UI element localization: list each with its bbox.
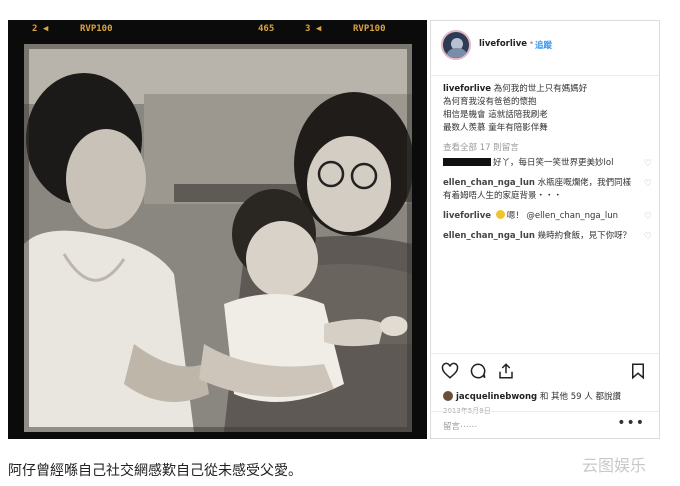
comments-list: 好丫，每日笑一笑世界更美妙lol ♡ ellen_chan_nga_lun 水瓶…: [443, 157, 658, 250]
film-frame-number: 2 ◀: [32, 24, 49, 34]
photo-frame: 2 ◀ RVP100 465 3 ◀ RVP100: [8, 20, 427, 439]
comment-text: 嗯！ @ellen_chan_nga_lun: [506, 211, 619, 221]
film-frame-number: 3 ◀: [305, 24, 322, 34]
post-username[interactable]: liveforlive: [479, 39, 527, 49]
family-photo: [24, 44, 412, 432]
heart-icon[interactable]: ♡: [644, 231, 652, 244]
post-header: liveforlive • 追蹤: [431, 21, 659, 76]
comment-text: 好丫，每日笑一笑世界更美妙lol: [493, 158, 614, 168]
comment-item: ellen_chan_nga_lun 幾時約食飯，見下你呀？ ♡: [443, 230, 658, 243]
likes-count-text[interactable]: 和 其他 59 人 都說讚: [540, 392, 621, 402]
view-all-comments-link[interactable]: 查看全部 17 則留言: [443, 141, 519, 153]
article-paragraph: 阿仔曾經喺自己社交網感歎自己從未感受父愛。: [8, 463, 302, 479]
liker-avatar[interactable]: [443, 391, 453, 401]
comment-item: liveforlive 嗯！ @ellen_chan_nga_lun ♡: [443, 210, 658, 223]
redacted-username: [443, 158, 491, 166]
heart-icon[interactable]: ♡: [644, 178, 652, 191]
comment-item: 好丫，每日笑一笑世界更美妙lol ♡: [443, 157, 658, 170]
comment-username[interactable]: ellen_chan_nga_lun: [443, 231, 535, 241]
caption-line: 為何我的世上只有媽媽好: [493, 84, 588, 94]
comment-item: ellen_chan_nga_lun 水瓶座嘅爛佬，我們同樣有着姆唔人生的家庭背…: [443, 177, 658, 203]
film-brand: RVP100: [353, 24, 386, 34]
share-icon[interactable]: [497, 362, 515, 380]
caption-username[interactable]: liveforlive: [443, 84, 491, 94]
film-frame-number: 465: [258, 24, 275, 34]
heart-icon[interactable]: ♡: [644, 211, 652, 224]
more-options-icon[interactable]: •••: [617, 415, 645, 431]
instagram-post-panel: liveforlive • 追蹤 liveforlive 為何我的世上只有媽媽好…: [430, 20, 660, 439]
post-caption: liveforlive 為何我的世上只有媽媽好 為何育我沒有爸爸的懷抱 相信是機…: [443, 83, 648, 135]
like-heart-icon[interactable]: [441, 362, 459, 380]
comment-input[interactable]: 留言⋯⋯: [443, 420, 477, 432]
heart-icon[interactable]: ♡: [644, 158, 652, 171]
comment-bubble-icon[interactable]: [469, 362, 487, 380]
smile-emoji-icon: [495, 210, 505, 219]
caption-line: 最数人羨慕 童年有陪影伴舞: [443, 123, 548, 133]
post-actions: jacquelinebwong 和 其他 59 人 都說讚 2013年5月9日: [431, 353, 659, 415]
comment-text: 幾時約食飯，見下你呀？: [537, 231, 632, 241]
bookmark-icon[interactable]: [629, 362, 647, 380]
caption-line: 為何育我沒有爸爸的懷抱: [443, 97, 537, 107]
watermark: 云图娱乐: [582, 456, 647, 475]
add-comment-bar: 留言⋯⋯ •••: [431, 411, 659, 441]
avatar[interactable]: [441, 30, 471, 60]
likes-username[interactable]: jacquelinebwong: [456, 392, 537, 402]
comment-username[interactable]: ellen_chan_nga_lun: [443, 178, 535, 188]
comment-username[interactable]: liveforlive: [443, 211, 491, 221]
caption-line: 相信是機會 這就話陪我刷老: [443, 110, 548, 120]
separator-dot: •: [529, 39, 535, 49]
likes-summary: jacquelinebwong 和 其他 59 人 都說讚: [443, 390, 621, 402]
follow-button[interactable]: 追蹤: [535, 39, 552, 51]
film-brand: RVP100: [80, 24, 113, 34]
film-strip: 2 ◀ RVP100 465 3 ◀ RVP100: [8, 20, 427, 40]
